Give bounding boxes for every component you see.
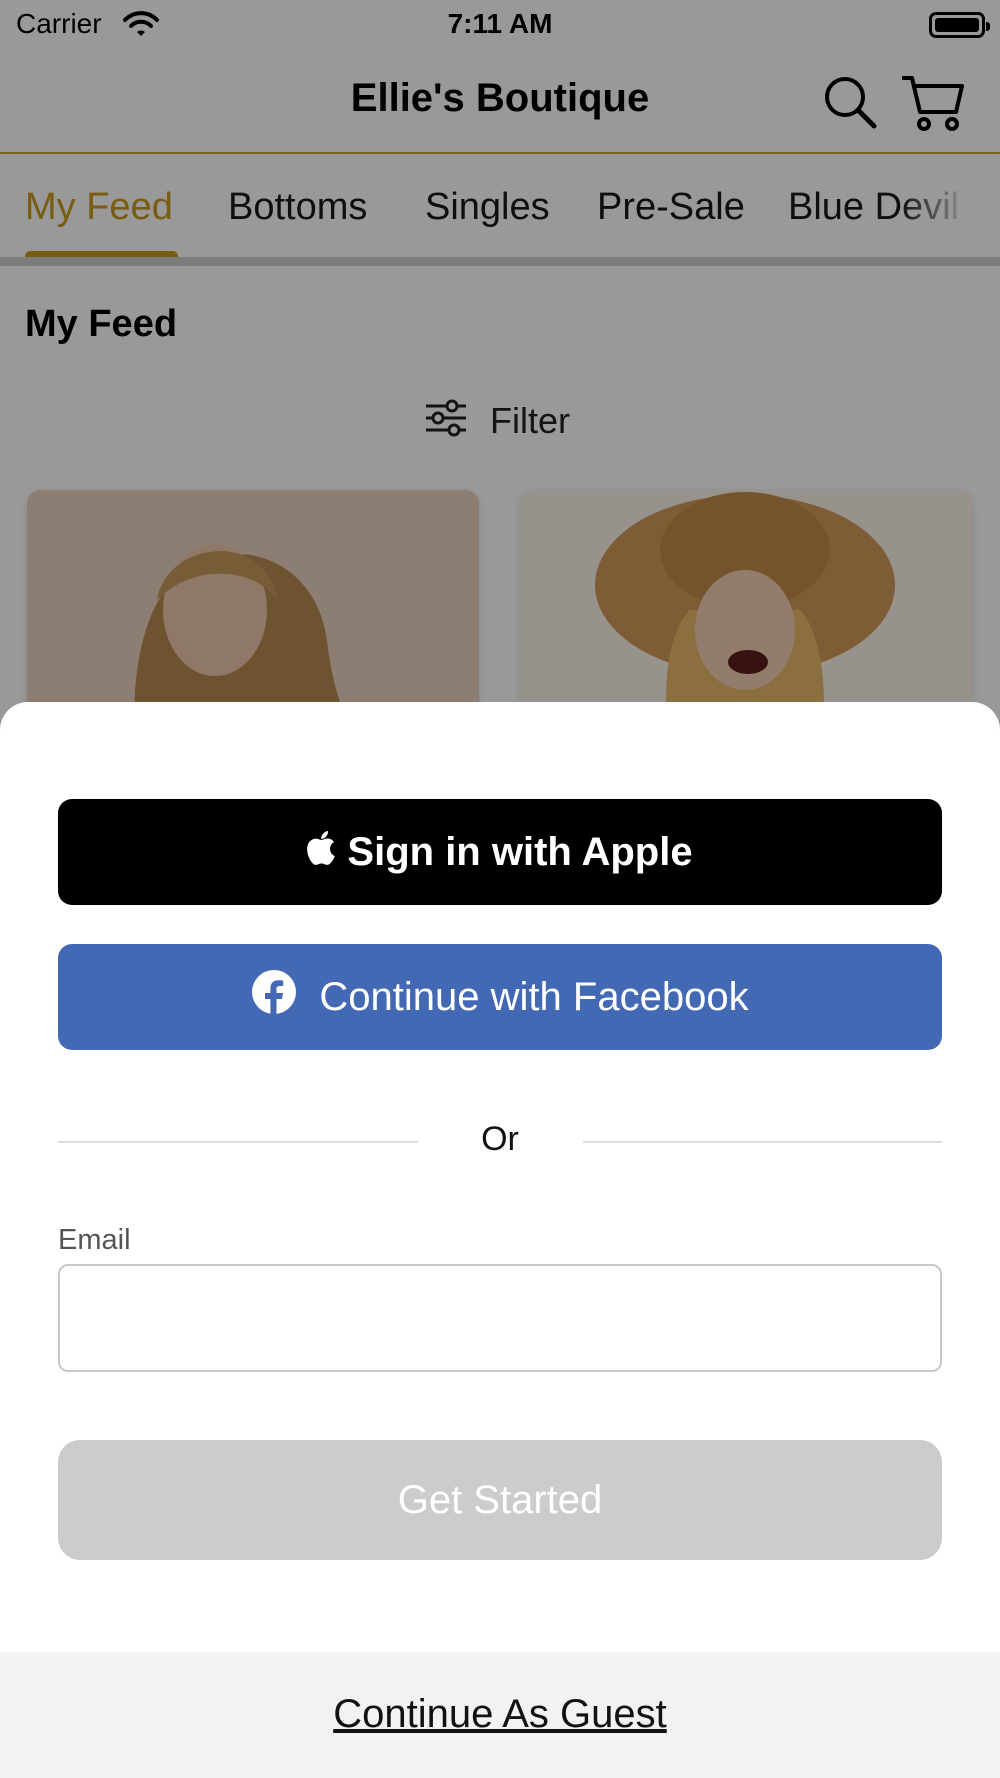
- apple-button-label: Sign in with Apple: [347, 829, 693, 874]
- sign-in-apple-button[interactable]: Sign in with Apple: [58, 799, 942, 905]
- continue-as-guest-link[interactable]: Continue As Guest: [0, 1692, 1000, 1737]
- or-divider-label: Or: [481, 1120, 519, 1158]
- get-started-button[interactable]: Get Started: [58, 1440, 942, 1560]
- facebook-button-label: Continue with Facebook: [319, 974, 749, 1019]
- email-field[interactable]: [58, 1264, 942, 1372]
- facebook-icon: [251, 969, 297, 1025]
- continue-facebook-button[interactable]: Continue with Facebook: [58, 944, 942, 1050]
- guest-footer: Continue As Guest: [0, 1652, 1000, 1778]
- divider-line-right: [583, 1141, 942, 1143]
- email-label: Email: [58, 1224, 131, 1256]
- sign-in-sheet: Sign in with Apple Continue with Faceboo…: [0, 702, 1000, 1778]
- apple-icon: [307, 830, 347, 875]
